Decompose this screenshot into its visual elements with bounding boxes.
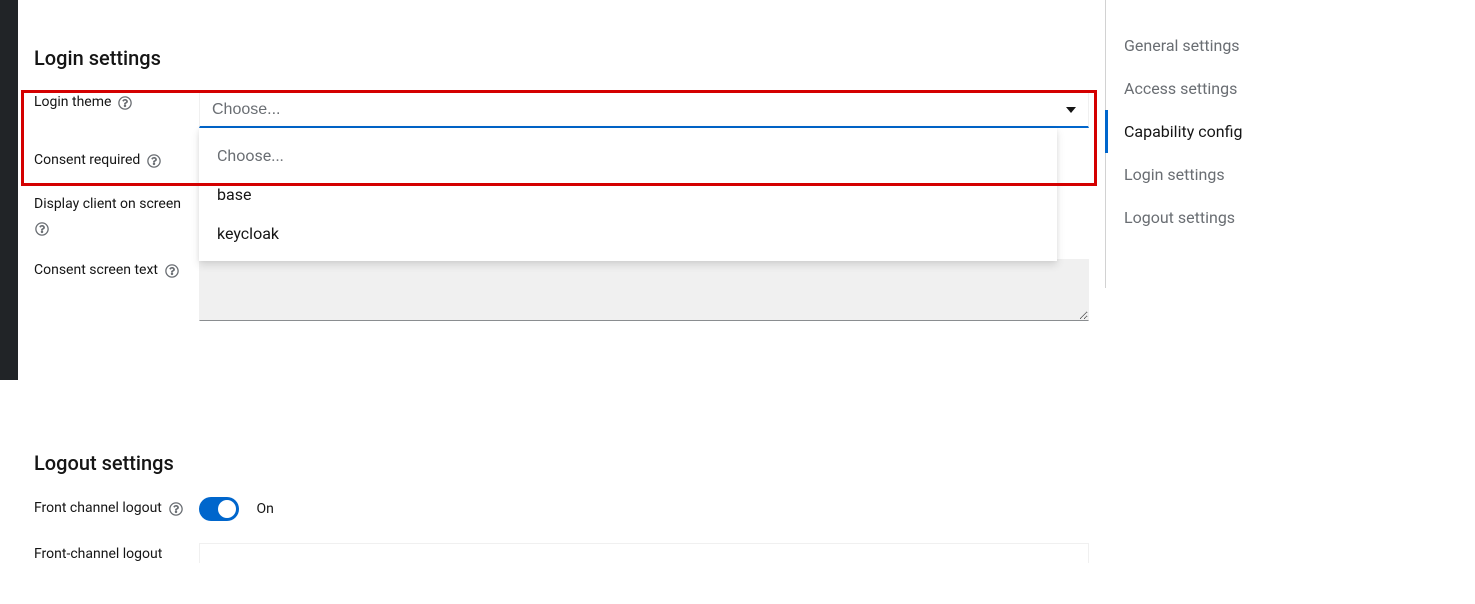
right-sidebar: General settings Access settings Capabil… <box>1105 0 1475 288</box>
help-icon[interactable] <box>146 153 162 169</box>
front-channel-logout-control: On <box>199 497 1089 521</box>
login-theme-option-base[interactable]: base <box>199 175 1057 214</box>
login-theme-label-wrap: Login theme <box>34 92 199 113</box>
consent-screen-text-row: Consent screen text <box>34 259 1089 325</box>
consent-screen-text-label: Consent screen text <box>34 259 158 281</box>
login-theme-option-keycloak[interactable]: keycloak <box>199 214 1057 253</box>
login-theme-row: Login theme Choose... Choose... base key… <box>34 92 1089 128</box>
front-channel-logout-url-input[interactable] <box>199 543 1089 563</box>
login-theme-dropdown-menu: Choose... base keycloak <box>199 128 1057 261</box>
display-client-label: Display client on screen <box>34 193 181 215</box>
help-icon[interactable] <box>34 221 50 237</box>
front-channel-logout-url-control <box>199 543 1089 563</box>
front-channel-logout-url-row: Front-channel logout <box>34 543 1089 563</box>
help-icon[interactable] <box>164 263 180 279</box>
consent-screen-text-label-wrap: Consent screen text <box>34 259 199 281</box>
login-theme-dropdown[interactable]: Choose... <box>199 92 1089 128</box>
front-channel-logout-label: Front channel logout <box>34 497 162 519</box>
sidebar-item-general-settings[interactable]: General settings <box>1105 24 1475 67</box>
login-settings-title: Login settings <box>34 46 1089 70</box>
login-theme-selected: Choose... <box>212 101 280 119</box>
caret-down-icon <box>1066 107 1076 113</box>
login-theme-option-choose[interactable]: Choose... <box>199 136 1057 175</box>
front-channel-logout-label-wrap: Front channel logout <box>34 497 199 519</box>
consent-required-label-wrap: Consent required <box>34 150 199 171</box>
consent-screen-textarea[interactable] <box>199 259 1089 321</box>
login-theme-label: Login theme <box>34 92 111 113</box>
sidebar-item-capability-config[interactable]: Capability config <box>1105 110 1475 153</box>
help-icon[interactable] <box>117 95 133 111</box>
front-channel-logout-url-label: Front-channel logout <box>34 543 162 563</box>
display-client-label-wrap: Display client on screen <box>34 193 199 237</box>
login-theme-control: Choose... Choose... base keycloak <box>199 92 1089 128</box>
main-content: Login settings Login theme Choose... Cho… <box>18 0 1105 604</box>
front-channel-logout-url-label-wrap: Front-channel logout <box>34 543 199 563</box>
left-gutter <box>0 0 18 380</box>
front-channel-logout-value: On <box>256 501 273 517</box>
sidebar-item-logout-settings[interactable]: Logout settings <box>1105 196 1475 239</box>
help-icon[interactable] <box>168 501 184 517</box>
front-channel-logout-row: Front channel logout On <box>34 497 1089 521</box>
front-channel-logout-switch[interactable] <box>199 497 239 521</box>
logout-settings-title: Logout settings <box>34 451 1089 475</box>
consent-screen-text-control <box>199 259 1089 325</box>
sidebar-item-login-settings[interactable]: Login settings <box>1105 153 1475 196</box>
consent-required-label: Consent required <box>34 150 140 171</box>
sidebar-item-access-settings[interactable]: Access settings <box>1105 67 1475 110</box>
